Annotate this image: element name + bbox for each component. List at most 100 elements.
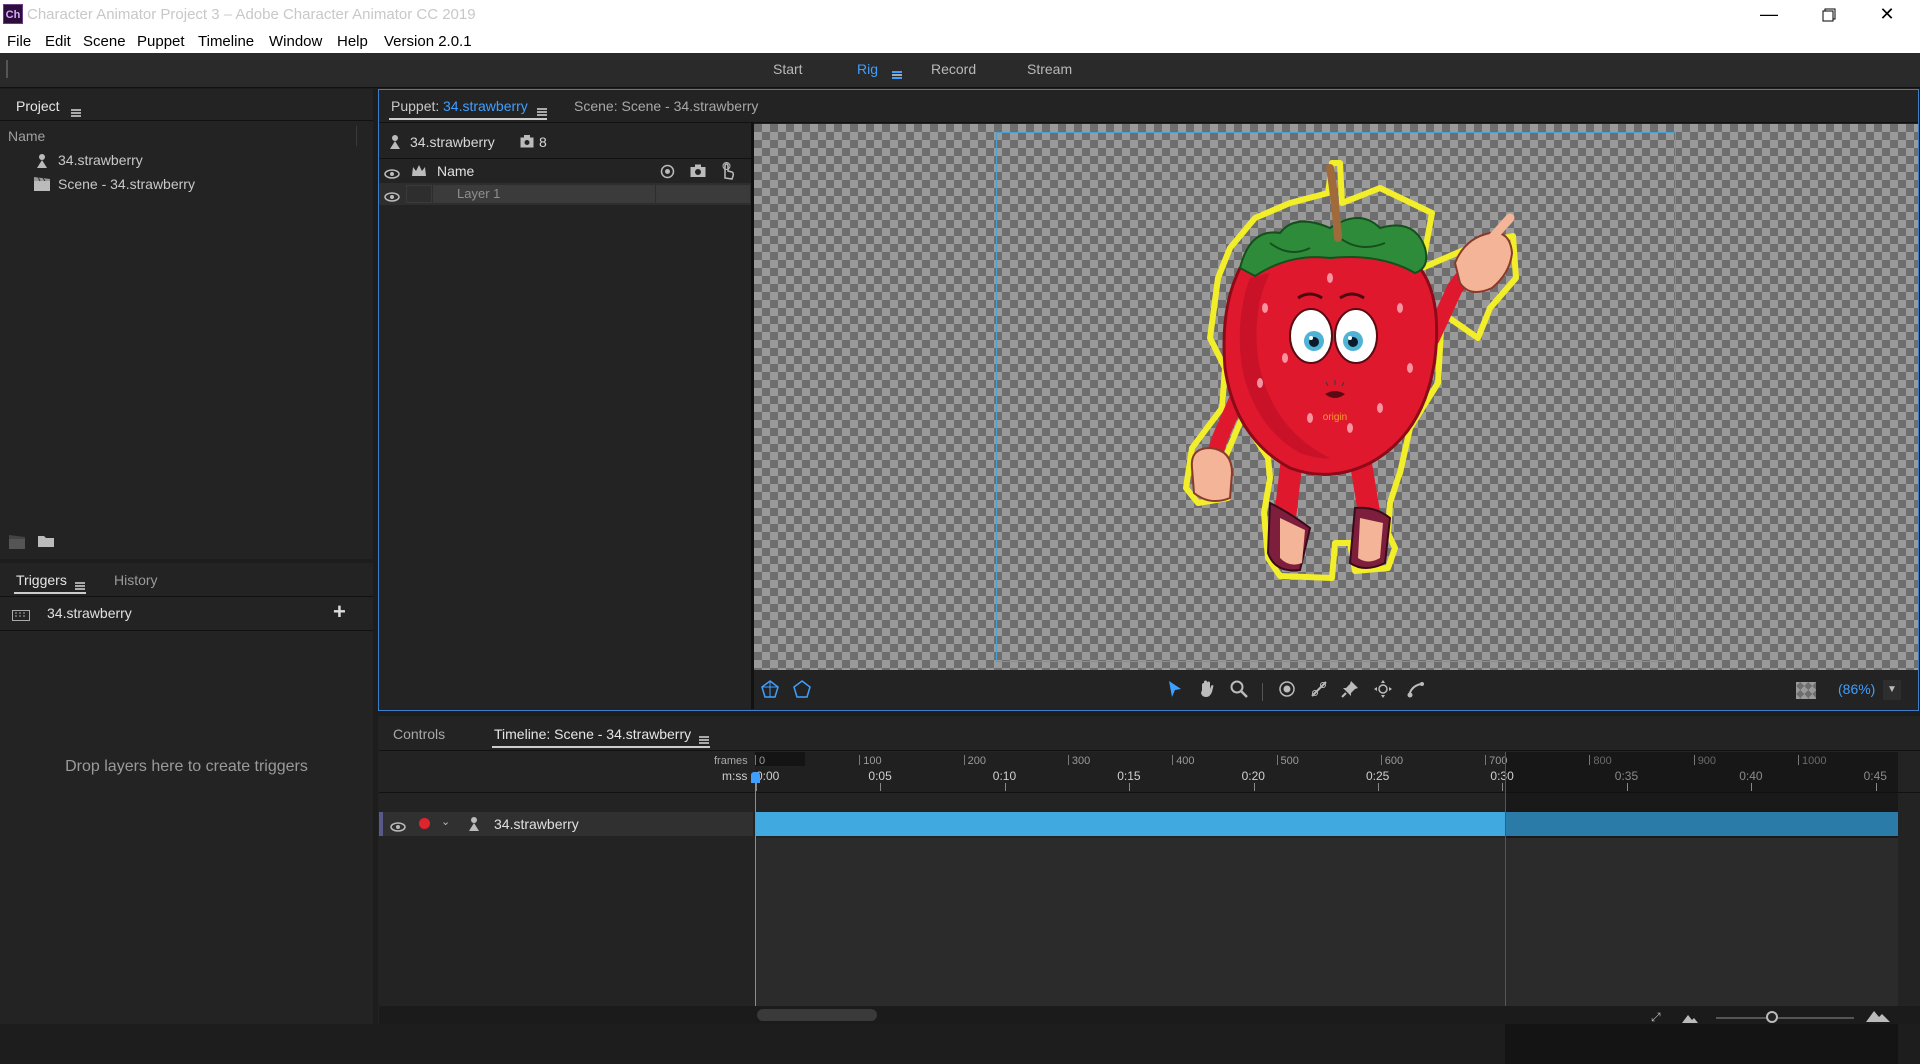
zoom-dropdown-icon[interactable]: ▼ [1883,680,1901,700]
scene-tab[interactable]: Scene: Scene - 34.strawberry [574,98,758,114]
frame-tick [755,755,756,765]
target-icon[interactable] [660,164,675,183]
playhead-line[interactable] [755,776,756,1006]
menu-timeline[interactable]: Timeline [198,33,254,50]
tab-triggers[interactable]: Triggers [16,572,67,588]
layer-behavior-cell[interactable] [656,185,750,203]
project-item[interactable] [0,150,373,174]
workspace-tab-stream[interactable]: Stream [1027,61,1072,77]
triggers-menu-icon[interactable] [75,577,85,594]
active-tab-underline [492,746,710,748]
minimize-icon[interactable]: — [1746,0,1792,30]
time-tick [1875,783,1877,791]
time-tick [1004,783,1006,791]
origin-handle-icon[interactable] [1275,680,1299,704]
menu-version[interactable]: Version 2.0.1 [384,33,472,50]
tab-history[interactable]: History [114,572,158,588]
puppet-name: 34.strawberry [410,134,495,150]
zoom-level[interactable]: (86%) [1838,681,1875,697]
menu-window[interactable]: Window [269,33,322,50]
time-tick [1253,783,1255,791]
workspace-tab-start[interactable]: Start [773,61,803,77]
puppet-tab-prefix[interactable]: Puppet: [391,98,439,114]
frame-tick [1693,755,1695,765]
menu-help[interactable]: Help [337,33,368,50]
playhead-handle[interactable] [751,772,760,783]
menu-file[interactable]: File [7,33,31,50]
time-tick-label: 0:35 [1614,769,1639,783]
project-panel-title[interactable]: Project [16,98,60,114]
timeline-tracks-area[interactable] [755,838,1898,1006]
bend-tool-icon[interactable] [1404,680,1428,704]
strawberry-puppet-artwork[interactable]: origin [1180,158,1520,592]
project-item-label: Scene - 34.strawberry [58,176,195,192]
time-tick-label: 0:10 [992,769,1017,783]
menu-edit[interactable]: Edit [45,33,71,50]
divider [0,630,373,631]
camera-icon[interactable] [690,164,706,182]
transparency-grid-icon[interactable] [1796,682,1816,699]
visibility-eye-icon[interactable] [384,189,400,206]
puppet-tab-name[interactable]: 34.strawberry [443,98,528,114]
workspace-tab-record[interactable]: Record [931,61,976,77]
project-column-name[interactable]: Name [8,128,45,144]
time-tick [1751,783,1753,791]
keyboard-icon [12,608,30,625]
menu-puppet[interactable]: Puppet [137,33,185,50]
zoom-in-mountain-icon[interactable] [1866,1008,1890,1026]
chevron-down-icon[interactable]: ⌄ [441,815,450,828]
pin-icon[interactable] [1338,680,1362,704]
add-trigger-icon[interactable]: + [333,599,346,625]
folder-icon[interactable] [37,534,55,552]
timeline-scrollbar-thumb[interactable] [757,1009,877,1021]
timeline-zoom-slider[interactable] [1716,1017,1854,1019]
track-label: 34.strawberry [494,816,579,832]
mesh-icon[interactable] [758,680,782,704]
fit-timeline-icon[interactable]: ⤢ [1651,1010,1661,1025]
time-tick-label: 0:25 [1366,769,1390,783]
visibility-eye-icon[interactable] [384,166,400,183]
dragger-icon[interactable] [1371,680,1395,704]
divider [0,596,373,597]
frame-tick [1067,755,1069,765]
time-tick [1626,783,1628,791]
scene-icon [33,176,51,196]
frame-tick [1485,755,1487,765]
menu-scene[interactable]: Scene [83,33,126,50]
project-item-label: 34.strawberry [58,152,143,168]
tab-timeline[interactable]: Timeline: Scene - 34.strawberry [494,726,691,742]
hand-tool-icon[interactable] [1195,680,1219,704]
timeline-zoom-thumb[interactable] [1766,1011,1778,1023]
record-arm-icon[interactable] [419,818,430,829]
new-scene-icon[interactable] [8,534,26,554]
divider [379,122,1918,123]
rig-menu-icon[interactable] [892,66,902,83]
handle-icon [520,135,534,152]
frame-tick [1798,755,1799,765]
stick-tool-icon[interactable] [1307,680,1331,704]
puppet-icon [389,134,401,154]
close-icon[interactable]: ✕ [1864,0,1910,30]
crown-icon [411,164,427,182]
project-menu-icon[interactable] [71,104,81,121]
touch-hand-icon[interactable] [719,162,735,184]
app-logo-icon: Ch [3,4,23,24]
layer-lock-cell[interactable] [406,185,432,203]
frame-tick-label: 900 [1697,755,1717,767]
time-tick-label: 0:30 [1490,769,1514,783]
layers-column-name[interactable]: Name [437,163,474,179]
workspace-tab-rig[interactable]: Rig [857,61,878,77]
select-arrow-icon[interactable] [1163,680,1187,704]
origin-label: origin [1323,412,1347,423]
frame-tick [859,755,861,765]
toolbar-divider [1262,683,1263,701]
restore-icon[interactable] [1806,0,1852,30]
visibility-eye-icon[interactable] [390,819,406,836]
layer-label: Layer 1 [457,186,501,201]
zoom-icon[interactable] [1227,680,1251,704]
track-bar-out-of-range [1505,812,1898,836]
shape-icon[interactable] [790,680,814,704]
time-tick [1502,783,1504,791]
tab-controls[interactable]: Controls [393,726,445,742]
zoom-out-mountain-icon[interactable] [1682,1010,1698,1027]
